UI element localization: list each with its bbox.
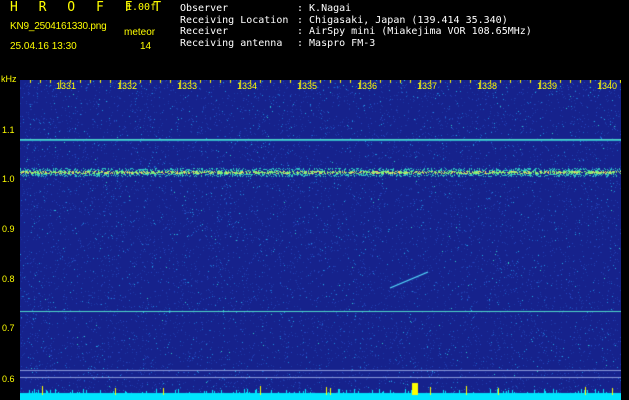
info-row-location: Receiving Location : Chigasaki, Japan (13… [180,15,532,27]
info-row-antenna: Receiving antenna : Maspro FM-3 [180,38,532,50]
station-info: Observer : K.Nagai Receiving Location : Ch… [180,3,532,49]
info-value: : K.Nagai [297,3,352,14]
x-tick-label: 1336 [357,81,378,91]
y-tick-label: 0.8 [2,274,15,284]
timestamp-label: 25.04.16 13:30 [10,41,77,52]
y-tick-label: 1.1 [2,125,15,135]
x-tick-label: 1337 [417,81,438,91]
y-tick-label: 0.7 [2,323,15,333]
version-label: 1.00f [126,2,157,13]
x-tick-label: 1338 [477,81,498,91]
info-row-observer: Observer : K.Nagai [180,3,532,15]
info-value: : AirSpy mini (Miakejima VOR 108.65MHz) [297,26,532,37]
meteor-count: 14 [140,41,152,52]
x-tick-label: 1339 [537,81,558,91]
y-tick-label: 1.0 [2,174,15,184]
y-tick-label: 0.6 [2,374,15,384]
x-tick-label: 1333 [177,81,198,91]
meteor-label: meteor [124,27,156,38]
y-tick-label: 0.9 [2,224,15,234]
spectrogram-waterfall [20,80,621,400]
y-axis-unit: kHz [1,74,17,84]
filename-label: KN9_2504161330.png [10,21,107,32]
x-tick-label: 1335 [297,81,318,91]
x-tick-label: 1340 [597,81,618,91]
info-row-receiver: Receiver : AirSpy mini (Miakejima VOR 108… [180,26,532,38]
info-value: : Chigasaki, Japan (139.414 35.340) [297,14,508,26]
info-key: Receiving Location [180,14,289,26]
info-key: Receiver [180,26,229,37]
info-key: Receiving antenna [180,37,283,49]
info-value: : Maspro FM-3 [297,37,376,49]
x-tick-label: 1331 [56,81,77,91]
info-key: Observer [180,3,229,14]
x-tick-label: 1334 [237,81,258,91]
x-tick-label: 1332 [117,81,138,91]
